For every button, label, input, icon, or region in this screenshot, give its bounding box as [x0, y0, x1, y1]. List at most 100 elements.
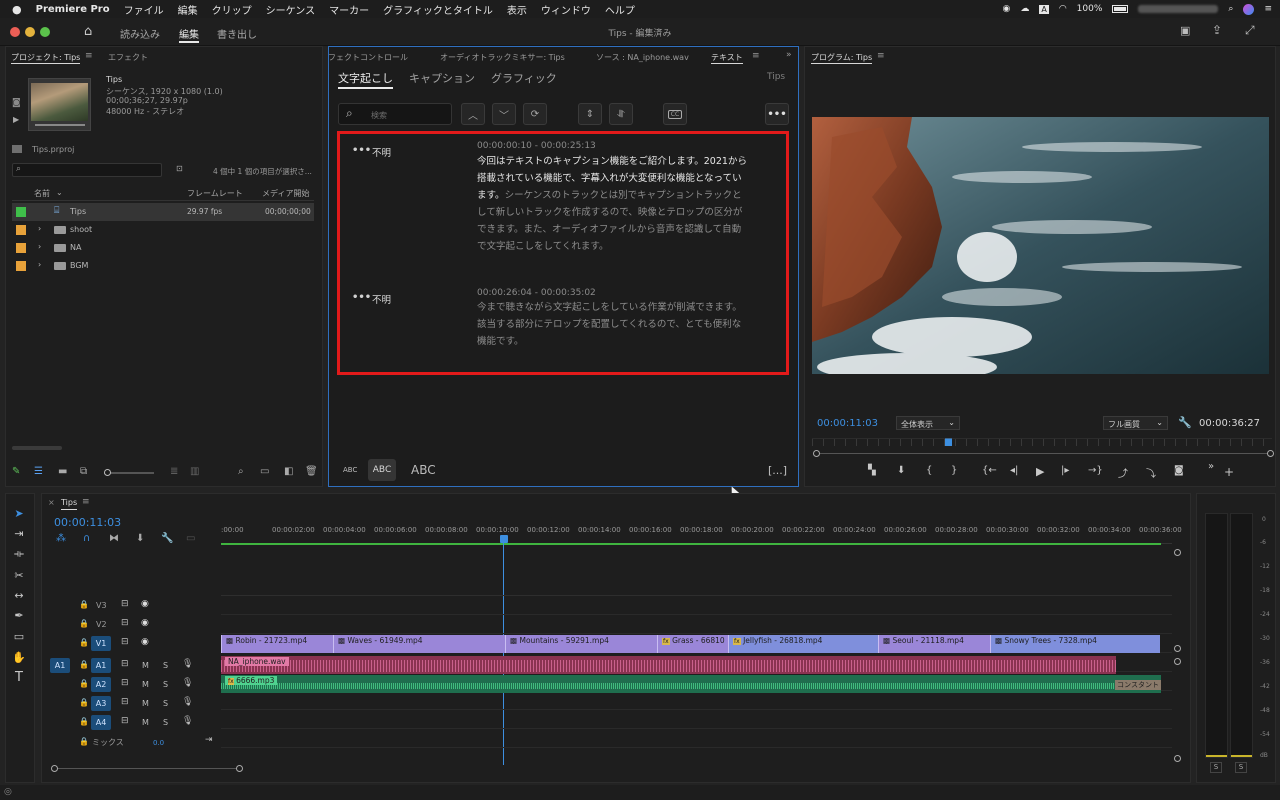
collapse-all-button[interactable]: ⥯ [609, 103, 633, 125]
lock-icon[interactable]: 🔒 [79, 717, 89, 726]
linked-selection-icon[interactable]: ⧓ [109, 533, 119, 544]
project-menu-icon[interactable]: ≡ [85, 51, 93, 61]
sync-lock-icon[interactable]: ⊟ [121, 697, 129, 707]
expand-chevron-icon[interactable]: › [38, 224, 41, 233]
lift-icon[interactable]: ⤴ [1118, 465, 1128, 480]
transcript-search-input[interactable]: ⌕ 検索 [338, 103, 452, 125]
nest-icon[interactable]: ⁂ [56, 533, 66, 544]
razor-tool-icon[interactable]: ✂ [12, 568, 26, 582]
col-media-start[interactable]: メディア開始 [262, 188, 309, 199]
tab-effect-controls[interactable]: フェクトコントロール [328, 52, 408, 63]
solo-button[interactable]: S [163, 699, 168, 708]
control-center-icon[interactable]: ≡ [1264, 4, 1272, 14]
project-hscrollbar[interactable] [12, 446, 62, 450]
font-size-large-button[interactable]: ABC [411, 463, 436, 477]
captions-icon[interactable]: ▭ [186, 533, 195, 544]
menu-view[interactable]: 表示 [507, 2, 527, 17]
next-result-button[interactable]: ﹀ [492, 103, 516, 125]
constant-power-transition[interactable]: コンスタント [1115, 680, 1161, 690]
panel-overflow-icon[interactable]: » [786, 50, 792, 60]
speaker-more-icon[interactable]: ••• [352, 145, 371, 156]
col-fps[interactable]: フレームレート [187, 188, 243, 199]
scrub-handle-left[interactable] [813, 450, 820, 457]
track-target-v1[interactable]: V1 [91, 636, 111, 651]
font-size-medium-button[interactable]: ABC [368, 459, 396, 481]
source-patch-a1[interactable]: A1 [50, 658, 70, 673]
track-target-a3[interactable]: A3 [91, 696, 111, 711]
type-tool-icon[interactable]: T [12, 670, 26, 685]
home-icon[interactable]: ⌂ [84, 24, 92, 39]
subtab-captions[interactable]: キャプション [409, 70, 475, 86]
go-to-out-icon[interactable]: →} [1088, 465, 1103, 476]
timeline-vscroll-a-handle[interactable] [1174, 658, 1181, 665]
hand-tool-icon[interactable]: ✋ [12, 650, 26, 664]
video-clip[interactable]: ▩ Snowy Trees - 7328.mp4 [990, 635, 1160, 653]
lock-icon[interactable]: 🔒 [79, 638, 89, 647]
subtab-transcript[interactable]: 文字起こし [338, 70, 393, 89]
font-size-small-button[interactable]: ABC [343, 466, 357, 474]
mute-button[interactable]: M [142, 680, 149, 689]
video-clip[interactable]: ▩ Mountains - 59291.mp4 [505, 635, 657, 653]
tab-project[interactable]: プロジェクト: Tips [11, 52, 81, 64]
subtab-graphics[interactable]: グラフィック [491, 70, 557, 86]
quality-select[interactable]: フル画質 ⌄ [1103, 416, 1168, 430]
solo-button[interactable]: S [163, 661, 168, 670]
menu-file[interactable]: ファイル [124, 2, 164, 17]
tab-effects[interactable]: エフェクト [108, 52, 148, 63]
find-icon[interactable]: ⊡ [176, 164, 183, 173]
lock-icon[interactable]: 🔒 [79, 660, 89, 669]
marker-icon[interactable]: ⬇ [897, 465, 905, 476]
battery-label[interactable]: 100% [1077, 4, 1103, 14]
mark-out-icon[interactable]: } [951, 465, 957, 476]
sync-lock-icon[interactable]: ⊟ [121, 599, 129, 609]
more-options-button[interactable]: ••• [765, 103, 789, 125]
mix-value[interactable]: 0.0 [153, 739, 164, 747]
tab-source[interactable]: ソース : NA_iphone.wav [596, 52, 689, 63]
segment-text[interactable]: 今まで聴きながら文字起こしをしている作業が削減できます。 該当する部分にテロップ… [477, 299, 782, 350]
workspace-edit[interactable]: 編集 [179, 26, 199, 43]
lock-icon[interactable]: 🔒 [79, 737, 89, 746]
siri-icon[interactable] [1243, 3, 1255, 15]
track-label[interactable]: V3 [96, 601, 107, 610]
input-source-icon[interactable]: A [1039, 4, 1049, 14]
ripple-edit-tool-icon[interactable]: ⟛ [12, 547, 26, 561]
pencil-icon[interactable]: ✎ [12, 466, 20, 477]
pen-tool-icon[interactable]: ✒ [12, 608, 26, 622]
eye-icon[interactable]: ◉ [141, 637, 149, 647]
workspace-export[interactable]: 書き出し [217, 26, 257, 41]
col-name[interactable]: 名前 [34, 188, 50, 199]
project-row-tips[interactable]: ⌸ Tips 29.97 fps 00;00;00;00 [12, 203, 314, 221]
share-icon[interactable]: ⇪ [1212, 23, 1222, 37]
timeline-menu-icon[interactable]: ≡ [82, 497, 90, 507]
program-menu-icon[interactable]: ≡ [877, 51, 885, 61]
track-target-a1[interactable]: A1 [91, 658, 111, 673]
work-area-bar[interactable] [221, 543, 1161, 545]
timeline-vscroll-mid-handle[interactable] [1174, 645, 1181, 652]
lock-icon[interactable]: 🔒 [79, 600, 89, 609]
freeform-view-icon[interactable]: ⧉ [80, 466, 87, 477]
trash-icon[interactable]: 🗑 [305, 466, 318, 477]
status-icon[interactable]: ◎ [4, 787, 12, 797]
audio-clip-narration[interactable]: NA_iphone.wav [221, 656, 1116, 674]
mic-icon[interactable]: 🎙 [182, 678, 193, 688]
segment-text[interactable]: 今回はテキストのキャプション機能をご紹介します。2021から 搭載されている機能… [477, 153, 782, 255]
fullscreen-icon[interactable]: ⤢ [1245, 23, 1255, 38]
sync-lock-icon[interactable]: ⊟ [121, 716, 129, 726]
hscroll-right-handle[interactable] [236, 765, 243, 772]
slip-tool-icon[interactable]: ↔ [12, 588, 26, 602]
selection-tool-icon[interactable]: ➤ [12, 506, 26, 520]
export-frame-icon[interactable]: ◙ [1174, 465, 1184, 476]
speaker-more-icon[interactable]: ••• [352, 292, 371, 303]
track-label[interactable]: V2 [96, 620, 107, 629]
mute-button[interactable]: M [142, 661, 149, 670]
lock-icon[interactable]: 🔒 [79, 619, 89, 628]
sync-lock-icon[interactable]: ⊟ [121, 618, 129, 628]
meter-solo-left[interactable]: S [1210, 762, 1222, 773]
speaker-label[interactable]: 不明 [372, 145, 391, 159]
rectangle-tool-icon[interactable]: ▭ [12, 629, 26, 643]
timeline-playhead-marker[interactable] [500, 535, 508, 543]
tab-audio-track-mixer[interactable]: オーディオトラックミキサー: Tips [440, 52, 565, 63]
icon-view-icon[interactable]: ▬ [58, 466, 67, 477]
play-icon[interactable]: ▶ [13, 115, 19, 124]
timeline-timecode[interactable]: 00:00:11:03 [54, 516, 121, 529]
